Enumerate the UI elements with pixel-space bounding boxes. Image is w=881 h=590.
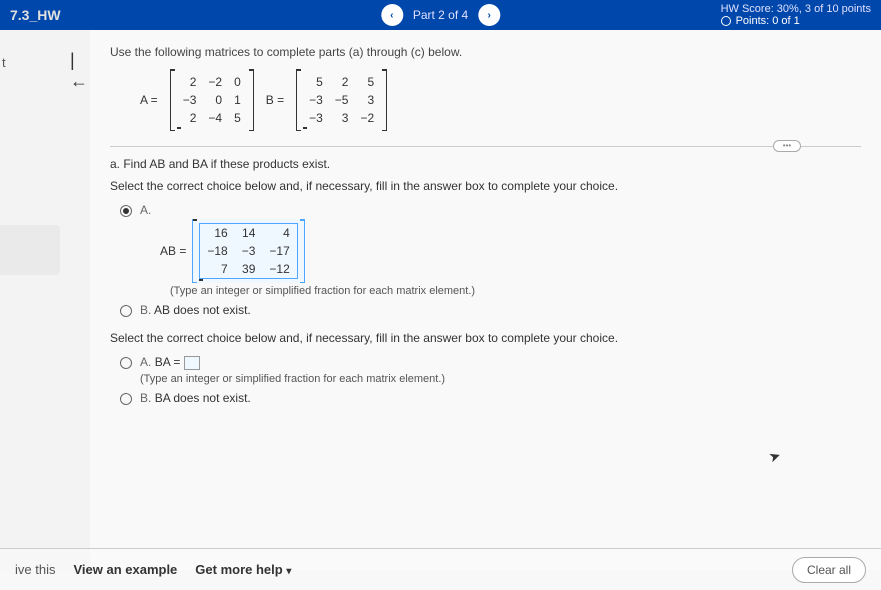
top-header: 7.3_HW ‹ Part 2 of 4 › HW Score: 30%, 3 … <box>0 0 881 30</box>
hw-title: 7.3_HW <box>10 7 61 23</box>
choice-ba-b: B. BA does not exist. <box>120 391 861 405</box>
matrix-a-label: A = <box>140 93 158 107</box>
section-divider <box>110 146 861 147</box>
choice-ab-a: A. AB = 16144−18−3−17739−12 (Type an int… <box>120 203 861 297</box>
points-icon <box>721 16 731 26</box>
ba-hint: (Type an integer or simplified fraction … <box>140 373 445 385</box>
choice-ba-a: A. BA = (Type an integer or simplified f… <box>120 355 861 385</box>
choice-ab-b-text: AB does not exist. <box>154 303 251 317</box>
footer-bar: ive this View an example Get more help ▾… <box>0 548 881 590</box>
choice-ba-a-label: A. <box>140 355 151 369</box>
main-content: Use the following matrices to complete p… <box>90 30 881 570</box>
ab-equals-label: AB = <box>160 244 186 258</box>
matrix-b: 525−3−53−33−2 <box>296 69 387 131</box>
choice-ba-b-label: B. <box>140 391 151 405</box>
back-arrow-icon[interactable]: |← <box>70 50 90 92</box>
part-a-prompt: a. Find AB and BA if these products exis… <box>110 157 861 171</box>
points-label: Points: 0 of 1 <box>736 15 800 27</box>
radio-ba-b[interactable] <box>120 393 132 405</box>
score-area: HW Score: 30%, 3 of 10 points Points: 0 … <box>721 3 871 27</box>
instruction-text: Use the following matrices to complete p… <box>110 45 861 59</box>
part-label: Part 2 of 4 <box>413 8 468 22</box>
next-button[interactable]: › <box>478 4 500 26</box>
select-instruction-1: Select the correct choice below and, if … <box>110 179 861 193</box>
choice-ab-a-label: A. <box>140 203 151 217</box>
prev-button[interactable]: ‹ <box>381 4 403 26</box>
view-example-link[interactable]: View an example <box>73 562 177 577</box>
collapse-handle-icon[interactable]: ••• <box>773 140 801 152</box>
matrix-b-label: B = <box>266 93 284 107</box>
ab-answer-matrix[interactable]: 16144−18−3−17739−12 <box>192 219 304 283</box>
radio-ba-a[interactable] <box>120 357 132 369</box>
given-matrices: A = 2−20−3012−45 B = 525−3−53−33−2 <box>140 69 861 131</box>
nav-group: ‹ Part 2 of 4 › <box>381 4 500 26</box>
ba-equals-label: BA = <box>155 355 181 369</box>
ba-answer-box[interactable] <box>184 356 200 370</box>
save-link[interactable]: ive this <box>15 562 55 577</box>
cursor-icon: ➤ <box>767 447 784 467</box>
sidebar-item[interactable] <box>0 225 60 275</box>
radio-ab-a[interactable] <box>120 205 132 217</box>
choice-ab-b-label: B. <box>140 303 151 317</box>
clear-all-button[interactable]: Clear all <box>792 557 866 583</box>
hw-score: HW Score: 30%, 3 of 10 points <box>721 3 871 15</box>
sidebar-letter: t <box>2 55 6 70</box>
radio-ab-b[interactable] <box>120 305 132 317</box>
left-sidebar: t |← <box>0 30 90 570</box>
matrix-a: 2−20−3012−45 <box>170 69 254 131</box>
choice-ab-b: B. AB does not exist. <box>120 303 861 317</box>
select-instruction-2: Select the correct choice below and, if … <box>110 331 861 345</box>
ab-hint: (Type an integer or simplified fraction … <box>170 285 475 297</box>
choice-ba-b-text: BA does not exist. <box>155 391 251 405</box>
get-help-link[interactable]: Get more help ▾ <box>195 562 291 577</box>
